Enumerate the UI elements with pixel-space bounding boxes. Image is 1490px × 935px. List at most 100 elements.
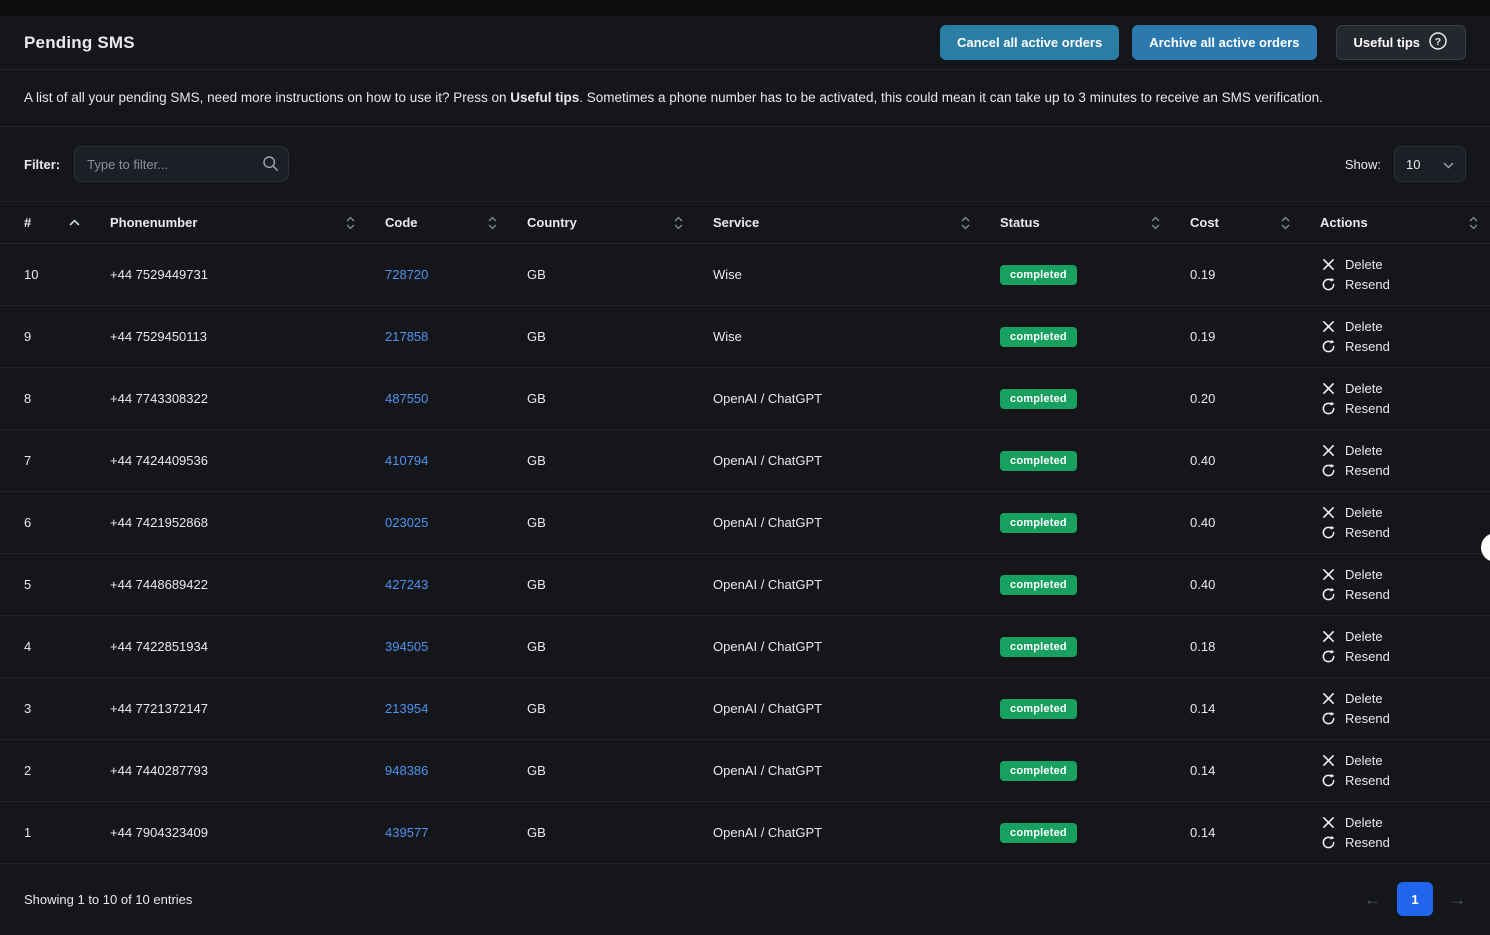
sort-icon <box>488 216 497 230</box>
resend-label: Resend <box>1345 587 1390 602</box>
delete-action[interactable]: Delete <box>1320 691 1383 706</box>
previous-page-arrow-icon[interactable]: ← <box>1364 891 1381 908</box>
cost-value: 0.19 <box>1190 306 1320 367</box>
status-badge: completed <box>1000 389 1077 409</box>
delete-x-icon <box>1320 506 1336 519</box>
question-circle-icon: ? <box>1428 31 1448 54</box>
sms-code-link[interactable]: 213954 <box>385 701 428 716</box>
delete-label: Delete <box>1345 443 1383 458</box>
row-number: 8 <box>24 368 110 429</box>
delete-label: Delete <box>1345 505 1383 520</box>
phone-number: +44 7721372147 <box>110 678 385 739</box>
delete-action[interactable]: Delete <box>1320 257 1383 272</box>
sms-code-link[interactable]: 410794 <box>385 453 428 468</box>
delete-action[interactable]: Delete <box>1320 629 1383 644</box>
row-number: 5 <box>24 554 110 615</box>
column-header-code[interactable]: Code <box>385 202 527 243</box>
archive-all-orders-button[interactable]: Archive all active orders <box>1132 25 1316 60</box>
row-number: 7 <box>24 430 110 491</box>
resend-action[interactable]: Resend <box>1320 649 1390 664</box>
resend-action[interactable]: Resend <box>1320 339 1390 354</box>
table-row: 7 +44 7424409536 410794 GB OpenAI / Chat… <box>0 430 1490 492</box>
delete-action[interactable]: Delete <box>1320 753 1383 768</box>
status-badge: completed <box>1000 265 1077 285</box>
resend-action[interactable]: Resend <box>1320 401 1390 416</box>
resend-action[interactable]: Resend <box>1320 463 1390 478</box>
filter-label: Filter: <box>24 157 60 172</box>
sms-code-link[interactable]: 487550 <box>385 391 428 406</box>
page-size-select[interactable]: 10 <box>1394 146 1466 182</box>
service-name: OpenAI / ChatGPT <box>713 430 1000 491</box>
delete-action[interactable]: Delete <box>1320 381 1383 396</box>
header-actions: Cancel all active orders Archive all act… <box>940 25 1466 60</box>
resend-action[interactable]: Resend <box>1320 835 1390 850</box>
page-number-button[interactable]: 1 <box>1397 882 1433 916</box>
delete-action[interactable]: Delete <box>1320 443 1383 458</box>
sms-code-link[interactable]: 728720 <box>385 267 428 282</box>
sms-code-link[interactable]: 948386 <box>385 763 428 778</box>
resend-label: Resend <box>1345 711 1390 726</box>
sms-code-link[interactable]: 023025 <box>385 515 428 530</box>
sort-icon <box>1151 216 1160 230</box>
delete-action[interactable]: Delete <box>1320 567 1383 582</box>
service-name: OpenAI / ChatGPT <box>713 802 1000 863</box>
delete-label: Delete <box>1345 753 1383 768</box>
row-actions: Delete Resend <box>1320 554 1490 615</box>
column-header-country[interactable]: Country <box>527 202 713 243</box>
resend-action[interactable]: Resend <box>1320 711 1390 726</box>
resend-action[interactable]: Resend <box>1320 525 1390 540</box>
row-number: 6 <box>24 492 110 553</box>
column-header-cost[interactable]: Cost <box>1190 202 1320 243</box>
delete-action[interactable]: Delete <box>1320 815 1383 830</box>
column-header-actions[interactable]: Actions <box>1320 202 1490 243</box>
table-row: 9 +44 7529450113 217858 GB Wise complete… <box>0 306 1490 368</box>
country-code: GB <box>527 430 713 491</box>
intro-pre: A list of all your pending SMS, need mor… <box>24 90 510 105</box>
delete-x-icon <box>1320 258 1336 271</box>
resend-refresh-icon <box>1320 649 1336 664</box>
row-actions: Delete Resend <box>1320 740 1490 801</box>
column-header-service[interactable]: Service <box>713 202 1000 243</box>
row-number: 4 <box>24 616 110 677</box>
sms-code-link[interactable]: 394505 <box>385 639 428 654</box>
country-code: GB <box>527 740 713 801</box>
useful-tips-button[interactable]: Useful tips ? <box>1336 25 1466 60</box>
service-name: Wise <box>713 244 1000 305</box>
delete-label: Delete <box>1345 381 1383 396</box>
sort-icon <box>674 216 683 230</box>
phone-number: +44 7448689422 <box>110 554 385 615</box>
sms-code-link[interactable]: 439577 <box>385 825 428 840</box>
resend-refresh-icon <box>1320 463 1336 478</box>
table-row: 1 +44 7904323409 439577 GB OpenAI / Chat… <box>0 802 1490 864</box>
intro-post: . Sometimes a phone number has to be act… <box>579 90 1323 105</box>
sort-icon <box>961 216 970 230</box>
search-icon <box>262 155 279 175</box>
table-row: 5 +44 7448689422 427243 GB OpenAI / Chat… <box>0 554 1490 616</box>
resend-action[interactable]: Resend <box>1320 773 1390 788</box>
sms-code-link[interactable]: 217858 <box>385 329 428 344</box>
resend-action[interactable]: Resend <box>1320 587 1390 602</box>
column-header-num[interactable]: # <box>24 202 110 243</box>
delete-action[interactable]: Delete <box>1320 319 1383 334</box>
sort-icon <box>1469 216 1478 230</box>
row-actions: Delete Resend <box>1320 616 1490 677</box>
resend-refresh-icon <box>1320 711 1336 726</box>
row-number: 1 <box>24 802 110 863</box>
row-actions: Delete Resend <box>1320 802 1490 863</box>
phone-number: +44 7904323409 <box>110 802 385 863</box>
delete-action[interactable]: Delete <box>1320 505 1383 520</box>
country-code: GB <box>527 802 713 863</box>
column-header-status[interactable]: Status <box>1000 202 1190 243</box>
filter-input[interactable] <box>74 146 289 182</box>
table-row: 8 +44 7743308322 487550 GB OpenAI / Chat… <box>0 368 1490 430</box>
resend-label: Resend <box>1345 339 1390 354</box>
row-number: 9 <box>24 306 110 367</box>
country-code: GB <box>527 492 713 553</box>
resend-label: Resend <box>1345 401 1390 416</box>
resend-action[interactable]: Resend <box>1320 277 1390 292</box>
cancel-all-orders-button[interactable]: Cancel all active orders <box>940 25 1119 60</box>
sms-code-link[interactable]: 427243 <box>385 577 428 592</box>
next-page-arrow-icon[interactable]: → <box>1449 891 1466 908</box>
resend-refresh-icon <box>1320 525 1336 540</box>
column-header-phone[interactable]: Phonenumber <box>110 202 385 243</box>
